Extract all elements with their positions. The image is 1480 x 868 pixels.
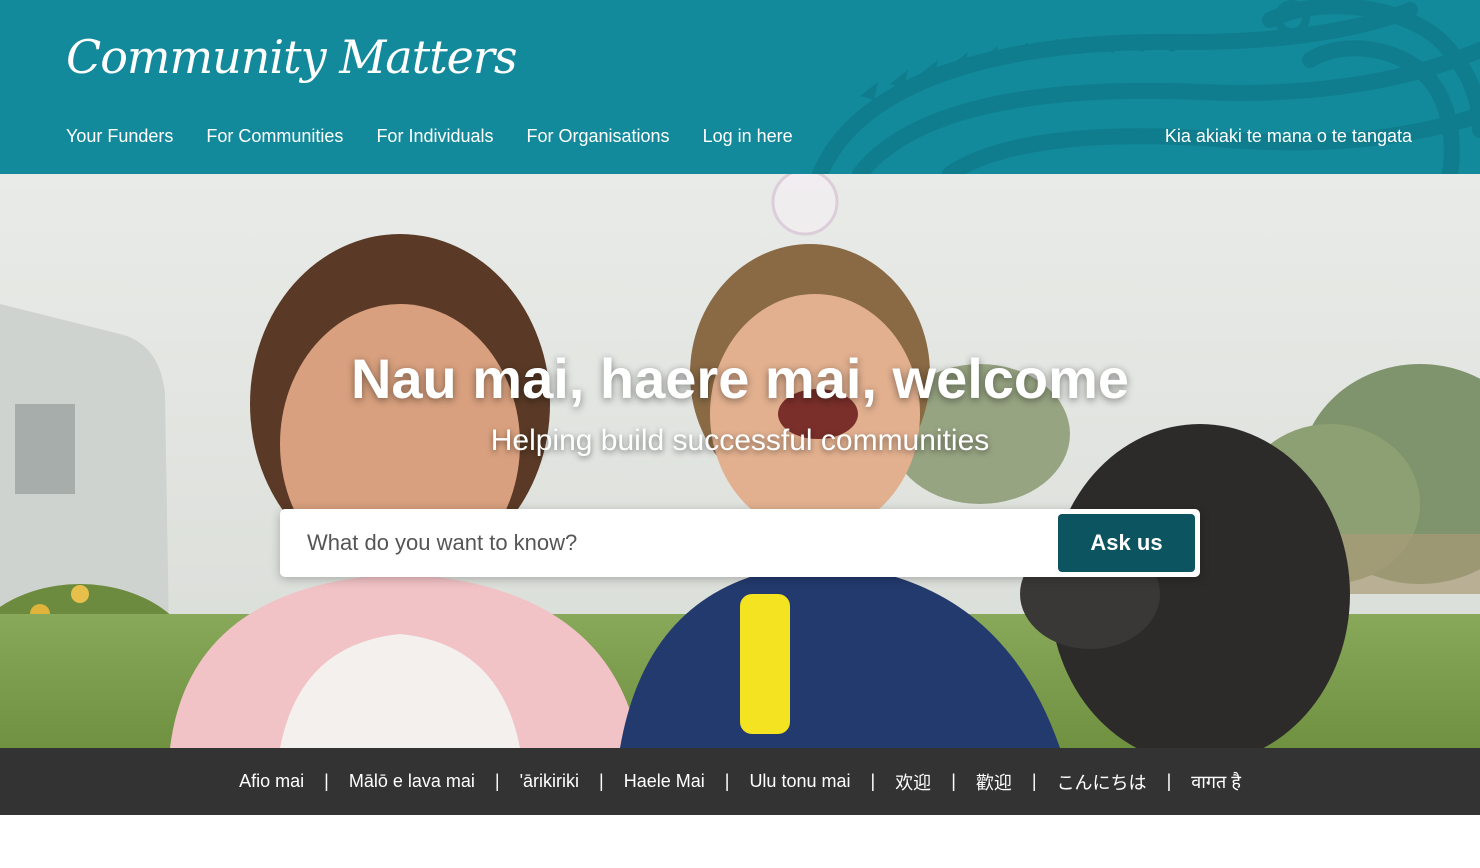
greeting-item: こんにちは [1056,772,1147,793]
greeting-item: 欢迎 [895,772,932,793]
separator: | [324,771,329,791]
greeting-item: वागत है [1191,771,1241,792]
separator: | [599,771,604,791]
search-input[interactable] [280,509,1050,577]
site-logo[interactable]: Community Matters [66,30,518,84]
separator: | [1031,771,1037,791]
hero-section: Nau mai, haere mai, welcome Helping buil… [0,174,1480,748]
nav-item-for-individuals[interactable]: For Individuals [376,126,493,147]
greeting-item: 歡迎 [975,772,1012,793]
ask-us-button[interactable]: Ask us [1058,514,1195,572]
greeting-item: 'ārikiriki [519,771,580,791]
nav-item-your-funders[interactable]: Your Funders [66,126,173,147]
language-greetings-bar: Afio mai | Mālō e lava mai | 'ārikiriki … [0,748,1480,815]
greeting-item: Afio mai [239,771,305,791]
nav-item-for-communities[interactable]: For Communities [206,126,343,147]
nav-item-for-organisations[interactable]: For Organisations [527,126,670,147]
separator: | [951,771,956,791]
search-bar: Ask us [280,509,1200,577]
greeting-item: Ulu tonu mai [749,771,851,791]
greeting-item: Mālō e lava mai [348,771,475,791]
separator: | [1166,771,1172,791]
maori-pattern-decoration [812,0,1480,174]
site-header: Community Matters Your Funders For Commu… [0,0,1480,174]
header-tagline: Kia akiaki te mana o te tangata [1164,126,1412,146]
main-nav: Your Funders For Communities For Individ… [66,126,793,147]
nav-item-log-in[interactable]: Log in here [703,126,793,147]
separator: | [494,771,500,791]
separator: | [870,771,876,791]
hero-title: Nau mai, haere mai, welcome [350,347,1130,410]
greeting-item: Haele Mai [623,771,705,791]
hero-subtitle: Helping build successful communities [490,424,990,457]
separator: | [724,771,730,791]
hero-photo [0,174,1480,748]
